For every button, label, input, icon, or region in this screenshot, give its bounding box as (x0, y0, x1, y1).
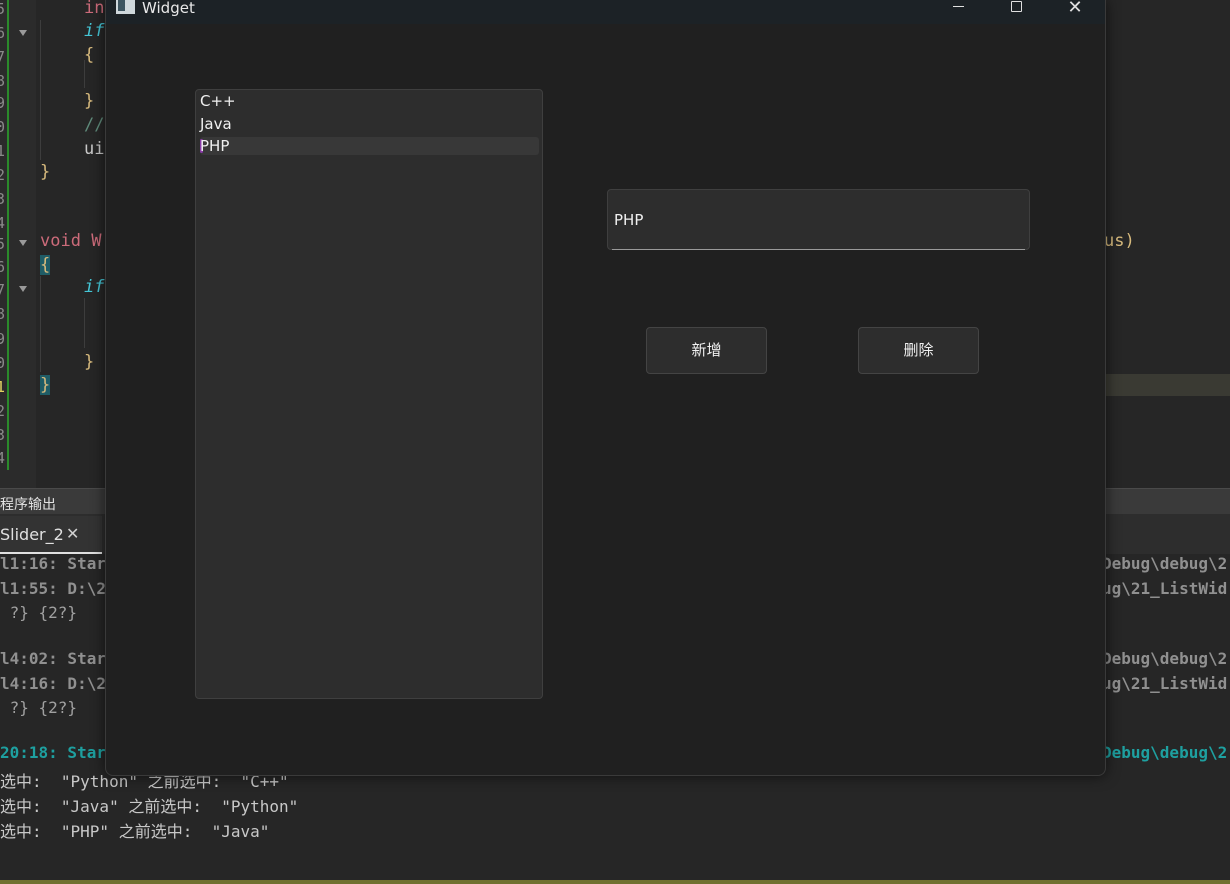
list-item[interactable]: C++ (200, 92, 539, 110)
output-line-tail: ug\21_ListWid (1102, 579, 1228, 598)
code-token: void (40, 231, 81, 251)
minimize-button[interactable] (936, 0, 982, 22)
line-number: 0 (0, 118, 6, 136)
line-number: 3 (0, 426, 6, 444)
status-strip (0, 880, 1230, 884)
list-item-label: PHP (200, 137, 230, 155)
output-line-tail: Debug\debug\2 (1102, 649, 1228, 668)
line-number: 8 (0, 305, 6, 323)
list-item-label: Java (200, 115, 232, 133)
maximize-button[interactable] (994, 0, 1040, 22)
line-edit-value: PHP (614, 211, 644, 229)
output-line: ?} {2?} (0, 603, 78, 622)
output-tab-label: Slider_2 (0, 525, 64, 544)
line-number: 6 (0, 258, 6, 276)
line-number: 7 (0, 48, 6, 66)
fold-arrow-icon[interactable] (19, 240, 27, 246)
line-number: 7 (0, 281, 6, 299)
code-token: } (40, 162, 51, 182)
close-button[interactable]: ✕ (1052, 0, 1098, 22)
text-line-edit[interactable]: PHP (607, 189, 1030, 250)
minimize-icon (953, 6, 964, 7)
fold-arrow-icon[interactable] (19, 30, 27, 36)
indent-guide (40, 20, 41, 160)
fold-arrow-icon[interactable] (19, 286, 27, 292)
code-token: ui (84, 139, 105, 159)
line-number: 4 (0, 214, 6, 232)
list-item-label: C++ (200, 92, 236, 110)
code-token: { (40, 255, 51, 275)
output-line-tail: ug\21_ListWid (1102, 674, 1228, 693)
output-line-tail: Debug\debug\2 (1102, 743, 1228, 762)
window-titlebar[interactable]: Widget ✕ (106, 0, 1105, 24)
output-panel-title: 程序输出 (0, 497, 56, 513)
code-token: } (40, 375, 51, 395)
code-token: if (84, 21, 105, 41)
code-line-void: void W (40, 231, 101, 251)
line-number: 2 (0, 402, 6, 420)
code-comment: // (84, 115, 105, 135)
close-icon[interactable]: ✕ (66, 524, 79, 543)
code-token: if (84, 277, 105, 297)
widget-window: Widget ✕ C++ Java PHP PHP 新增 删除 (105, 0, 1106, 776)
delete-button[interactable]: 删除 (858, 327, 979, 374)
output-line: l1:16: Star (0, 554, 106, 573)
line-number: 1 (0, 378, 6, 396)
output-line: l4:16: D:\2 (0, 674, 106, 693)
output-line: ?} {2?} (0, 698, 78, 717)
add-button[interactable]: 新增 (646, 327, 767, 374)
line-number: 3 (0, 190, 6, 208)
output-line: 20:18: Star (0, 743, 106, 762)
output-line: l1:55: D:\2 (0, 579, 106, 598)
code-token: W (80, 231, 102, 251)
language-list-widget[interactable]: C++ Java PHP (195, 89, 543, 699)
line-number: 1 (0, 142, 6, 160)
app-window-icon (116, 0, 135, 14)
line-number: 0 (0, 354, 6, 372)
line-number: 9 (0, 94, 6, 112)
list-item[interactable]: Java (200, 115, 539, 133)
line-number: 5 (0, 0, 6, 18)
output-tab-slider[interactable]: Slider_2 ✕ (0, 516, 102, 554)
selection-log-line: 选中: "Java" 之前选中: "Python" (0, 797, 299, 816)
list-item-selected[interactable]: PHP (200, 137, 539, 155)
code-token: } (84, 352, 95, 372)
indent-guide (40, 276, 41, 372)
line-number: 6 (0, 24, 6, 42)
current-line-highlight (1105, 374, 1230, 396)
close-icon: ✕ (1067, 0, 1083, 18)
code-token: in (84, 0, 105, 18)
line-number-gutter: 5 6 7 8 9 0 1 2 3 4 5 6 7 8 9 0 1 2 3 4 (0, 0, 36, 488)
line-number: 8 (0, 72, 6, 90)
window-title: Widget (142, 0, 195, 17)
line-edit-underline (612, 249, 1025, 250)
line-number: 4 (0, 449, 6, 467)
git-change-marker (7, 0, 9, 470)
line-number: 2 (0, 166, 6, 184)
line-number: 5 (0, 235, 6, 253)
code-token: } (84, 91, 95, 111)
code-token: { (84, 45, 95, 65)
code-token: us) (1104, 231, 1135, 251)
line-number: 9 (0, 330, 6, 348)
maximize-icon (1011, 1, 1022, 12)
indent-guide (84, 298, 85, 348)
output-line-tail: Debug\debug\2 (1102, 554, 1228, 573)
output-line: l4:02: Star (0, 649, 106, 668)
selection-log-line: 选中: "PHP" 之前选中: "Java" (0, 822, 270, 841)
